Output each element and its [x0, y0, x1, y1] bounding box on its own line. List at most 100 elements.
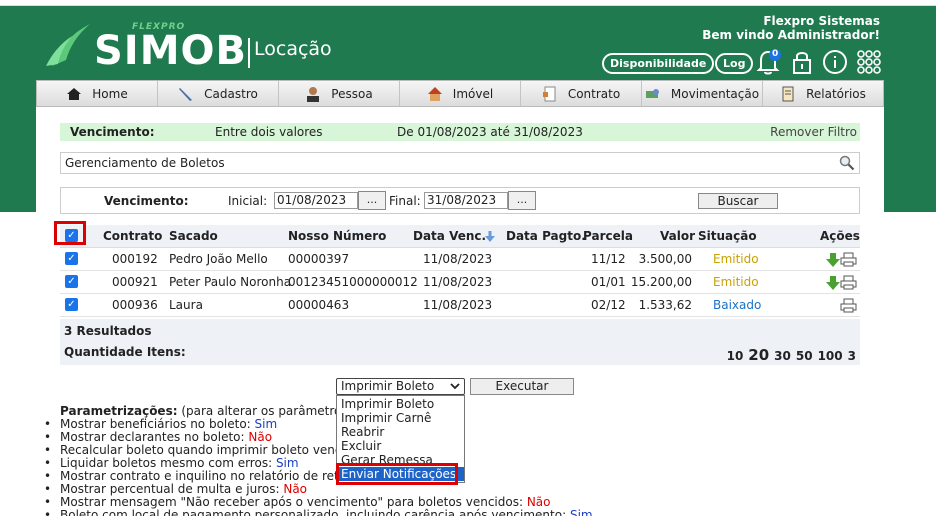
col-valor[interactable]: Valor	[660, 229, 695, 243]
param-text: Mostrar contrato e inquilino no relatóri…	[60, 469, 359, 483]
dropdown-option[interactable]: Excluir	[337, 439, 464, 453]
company-name: Flexpro Sistemas	[763, 14, 880, 28]
nav-movimentacao[interactable]: Movimentação	[642, 81, 763, 106]
col-contrato[interactable]: Contrato	[103, 229, 162, 243]
cell-nosso-numero: 00000463	[288, 298, 350, 312]
date-filter-form: Vencimento: Inicial: 01/08/2023 ... Fina…	[60, 187, 860, 214]
log-button[interactable]: Log	[715, 53, 754, 74]
nav-label: Imóvel	[452, 86, 494, 101]
param-text: Mostrar beneficiários no boleto:	[60, 417, 255, 431]
nav-home[interactable]: Home	[37, 81, 158, 106]
info-icon[interactable]	[822, 48, 848, 76]
page-size-option[interactable]: 100	[818, 349, 843, 363]
cell-valor: 1.533,62	[638, 298, 692, 312]
nav-label: Contrato	[567, 86, 621, 101]
page-size-option[interactable]: 10	[727, 349, 744, 363]
row-checkbox[interactable]: ✓	[65, 275, 78, 288]
welcome-text: Bem vindo Administrador!	[702, 28, 880, 42]
cell-contrato: 000921	[112, 275, 158, 289]
table-header: ✓ Contrato Sacado Nosso Número Data Venc…	[60, 225, 860, 248]
notification-bell-icon[interactable]: 0	[755, 48, 781, 76]
col-parcela[interactable]: Parcela	[583, 229, 633, 243]
table-row: ✓ 000921 Peter Paulo Noronha 00123451000…	[60, 271, 860, 294]
col-nosso-numero[interactable]: Nosso Número	[288, 229, 386, 243]
nav-pessoa[interactable]: Pessoa	[279, 81, 400, 106]
notification-count: 0	[772, 49, 779, 59]
boletos-table: ✓ Contrato Sacado Nosso Número Data Venc…	[60, 225, 860, 317]
printer-icon[interactable]	[840, 298, 857, 313]
param-value: Sim	[275, 456, 299, 470]
dropdown-option[interactable]: Reabrir	[337, 425, 464, 439]
cell-sacado: Pedro João Mello	[169, 252, 268, 266]
dropdown-option[interactable]: Imprimir Carnê	[337, 411, 464, 425]
section-title: Gerenciamento de Boletos	[65, 156, 225, 170]
filter-range: De 01/08/2023 até 31/08/2023	[397, 125, 583, 139]
printer-icon[interactable]	[840, 275, 857, 290]
person-icon	[307, 86, 320, 102]
col-situacao[interactable]: Situação	[698, 229, 757, 243]
house-icon	[427, 86, 442, 101]
company-info: Flexpro Sistemas Bem vindo Administrador…	[702, 14, 880, 42]
params-list: Mostrar beneficiários no boleto: Sim Mos…	[44, 418, 934, 516]
active-filter-bar: Vencimento: Entre dois valores De 01/08/…	[60, 123, 860, 141]
table-row: ✓ 000192 Pedro João Mello 00000397 11/08…	[60, 248, 860, 271]
disponibilidade-button[interactable]: Disponibilidade	[602, 53, 715, 74]
param-text: Recalcular boleto quando imprimir boleto…	[60, 443, 360, 457]
param-text: Mostrar percentual de multa e juros:	[60, 482, 284, 496]
col-sacado[interactable]: Sacado	[169, 229, 218, 243]
nav-imovel[interactable]: Imóvel	[400, 81, 521, 106]
filter-type: Entre dois valores	[215, 125, 323, 139]
page-size-selector: 10 20 30 50 100 3	[727, 346, 856, 364]
sort-down-icon[interactable]	[485, 231, 495, 242]
cell-valor: 3.500,00	[638, 252, 692, 266]
action-select[interactable]: Imprimir Boleto	[336, 378, 465, 395]
initial-date-input[interactable]: 01/08/2023	[274, 192, 358, 209]
final-date-input[interactable]: 31/08/2023	[424, 192, 508, 209]
cell-sacado: Peter Paulo Noronha	[169, 275, 292, 289]
col-data-venc[interactable]: Data Venc.	[413, 229, 486, 243]
page-size-option[interactable]: 3	[848, 349, 856, 363]
filter-label: Vencimento:	[70, 125, 155, 139]
page-size-option-active[interactable]: 20	[748, 346, 769, 364]
page-size-option[interactable]: 30	[774, 349, 791, 363]
cell-contrato: 000192	[112, 252, 158, 266]
results-count: 3 Resultados	[64, 324, 152, 338]
params-title: Parametrizações:	[60, 404, 178, 418]
highlight-enviar-notificacoes	[336, 463, 458, 485]
search-button[interactable]: Buscar	[698, 193, 778, 209]
search-icon[interactable]	[839, 155, 855, 171]
final-date-picker-button[interactable]: ...	[508, 191, 536, 210]
params-subtitle: (para alterar os parâmetros, c	[181, 404, 362, 418]
lock-icon[interactable]	[790, 48, 816, 76]
nav-relatorios[interactable]: Relatórios	[763, 81, 883, 106]
dropdown-option[interactable]: Imprimir Boleto	[337, 397, 464, 411]
download-icon[interactable]	[826, 276, 840, 290]
cell-situacao: Emitido	[713, 252, 759, 266]
col-acoes: Ações	[820, 229, 860, 243]
pencil-icon	[179, 87, 193, 101]
nav-label: Pessoa	[331, 86, 373, 101]
nav-contrato[interactable]: Contrato	[521, 81, 642, 106]
param-text: Mostrar declarantes no boleto:	[60, 430, 249, 444]
printer-icon[interactable]	[840, 252, 857, 267]
nav-cadastro[interactable]: Cadastro	[158, 81, 279, 106]
remove-filter-link[interactable]: Remover Filtro	[770, 123, 857, 141]
col-data-pagto[interactable]: Data Pagto.	[506, 229, 586, 243]
cell-data-venc: 11/08/2023	[423, 298, 493, 312]
apps-grid-icon[interactable]	[856, 48, 882, 76]
home-icon	[67, 87, 82, 100]
param-text: Boleto com local de pagamento personaliz…	[60, 508, 570, 516]
row-checkbox[interactable]: ✓	[65, 252, 78, 265]
cell-nosso-numero: 00123451000000012	[288, 275, 418, 289]
form-label: Vencimento:	[104, 194, 189, 208]
initial-date-picker-button[interactable]: ...	[358, 191, 386, 210]
download-icon[interactable]	[826, 253, 840, 267]
page-size-option[interactable]: 50	[796, 349, 813, 363]
param-value: Não	[526, 495, 551, 509]
row-checkbox[interactable]: ✓	[65, 298, 78, 311]
param-value: Sim	[569, 508, 593, 516]
param-value: Não	[283, 482, 308, 496]
execute-button[interactable]: Executar	[470, 378, 574, 395]
simob-logo[interactable]: FLEXPRO SIMOB Locação	[44, 18, 344, 74]
app-module: Locação	[254, 38, 332, 60]
